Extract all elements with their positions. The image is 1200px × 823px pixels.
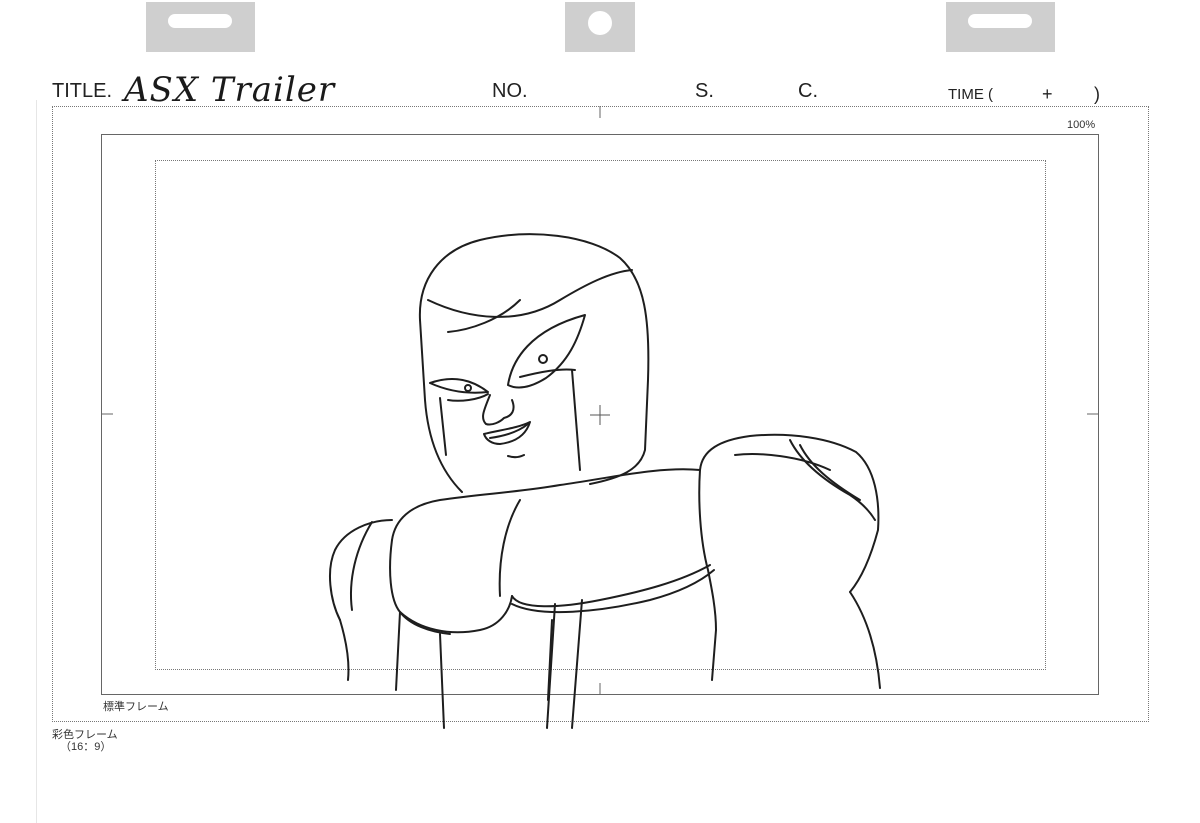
figure-lines	[329, 233, 881, 729]
center-cross-icon	[590, 405, 610, 425]
character-sketch	[101, 106, 1099, 729]
frame-tick-marks	[101, 106, 1099, 695]
